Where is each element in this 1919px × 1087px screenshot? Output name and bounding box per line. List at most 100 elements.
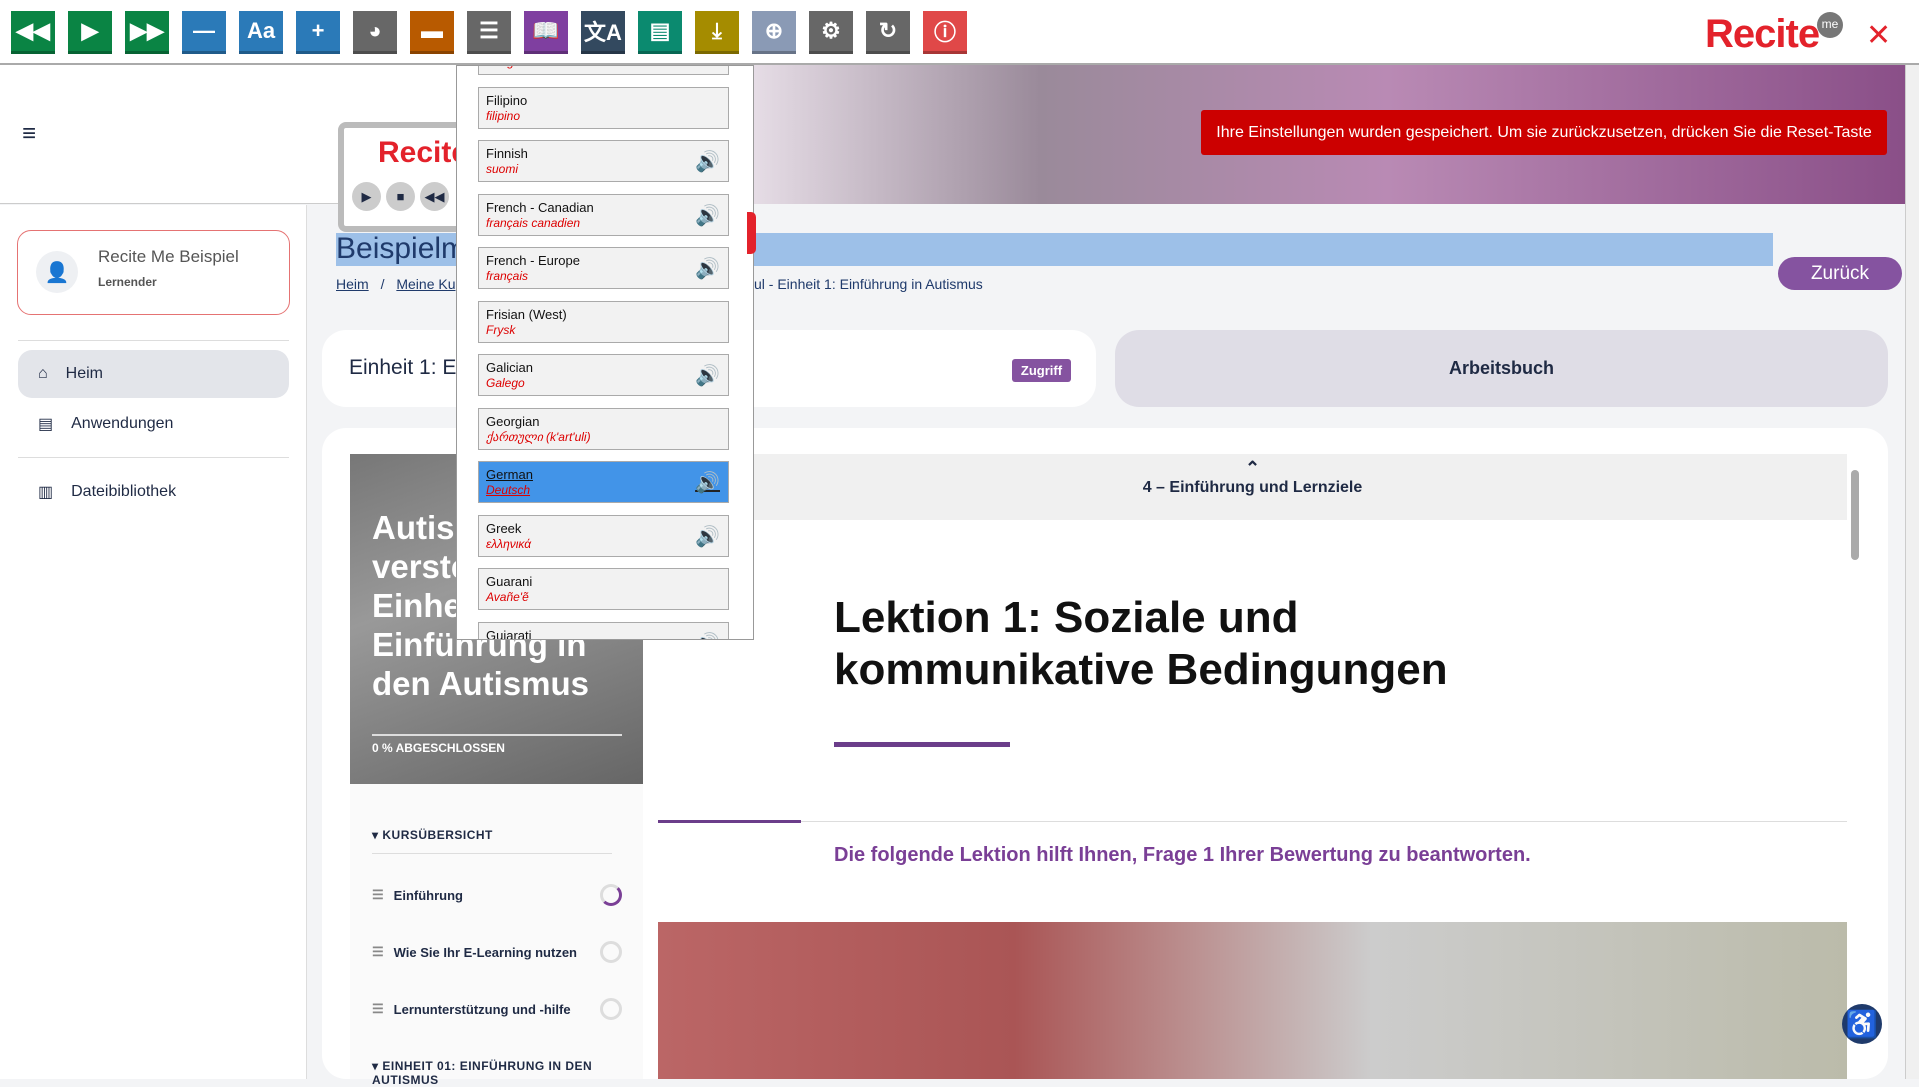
magnifier-icon: ⊕: [764, 18, 784, 43]
sidebar-item-anwendungen[interactable]: ▤ Anwendungen: [18, 400, 289, 448]
library-icon: ▥: [38, 484, 54, 501]
increase-text-button[interactable]: +: [296, 11, 340, 54]
font-button[interactable]: Aa: [239, 11, 283, 54]
user-profile-card[interactable]: 👤 Recite Me Beispiel Lernender: [17, 230, 290, 315]
breadcrumb-current: ul - Einheit 1: Einführung in Autismus: [754, 276, 983, 292]
lesson-label: Einführung: [393, 887, 463, 903]
language-name: Guarani: [486, 574, 533, 589]
fast-forward-button[interactable]: ▶▶: [125, 11, 169, 54]
close-toolbar-button[interactable]: ✕: [1866, 18, 1891, 53]
breadcrumb-courses[interactable]: Meine Ku: [396, 276, 455, 292]
language-native-name: filipino: [486, 108, 521, 123]
page-scrollbar[interactable]: [1905, 0, 1919, 1079]
text-mode-button[interactable]: ▤: [638, 11, 682, 54]
decrease-text-icon: —: [193, 18, 215, 43]
play-button[interactable]: ▶: [68, 11, 112, 54]
language-dropdown[interactable]: Eʋegbe Filipinofilipino Finnishsuomi🔊 Frenc…: [456, 65, 754, 640]
lesson-item[interactable]: ☰ Wie Sie Ihr E-Learning nutzen: [372, 941, 622, 963]
hamburger-menu-icon[interactable]: ≡: [22, 120, 36, 148]
language-native-name: Avañe'ẽ: [486, 590, 529, 604]
color-wheel-button[interactable]: ◕: [353, 11, 397, 54]
increase-text-icon: +: [311, 18, 325, 43]
content-scrollbar[interactable]: [1851, 470, 1859, 560]
speaker-icon[interactable]: 🔊: [695, 631, 720, 640]
list-icon: ☰: [372, 1001, 384, 1016]
sidebar-divider: [18, 340, 289, 341]
breadcrumb-home[interactable]: Heim: [336, 276, 369, 292]
section-label: EINHEIT 01: EINFÜHRUNG IN DEN AUTISMUS: [372, 1059, 593, 1087]
margins-button[interactable]: ☰: [467, 11, 511, 54]
recite-mini-player: Recite ▶ ■ ◀◀: [338, 122, 468, 232]
list-icon: ☰: [372, 887, 384, 902]
speaker-icon[interactable]: 🔊: [695, 363, 720, 388]
chevron-up-icon: ⌃: [1244, 458, 1261, 478]
user-guide-icon: ⓘ: [933, 20, 956, 45]
magnifier-button[interactable]: ⊕: [752, 11, 796, 54]
text-mode-icon: ▤: [649, 18, 671, 43]
translate-button[interactable]: 文A: [581, 11, 625, 54]
sidebar-item-dateibibliothek[interactable]: ▥ Dateibibliothek: [18, 468, 289, 516]
lesson-item[interactable]: ☰ Einführung: [372, 884, 622, 906]
rewind-button[interactable]: ◀◀: [11, 11, 55, 54]
reset-icon: ↻: [878, 18, 898, 43]
home-icon: ⌂: [38, 365, 48, 382]
language-option[interactable]: French - Canadian français canadien 🔊: [478, 193, 729, 236]
speaker-icon[interactable]: 🔊: [695, 524, 720, 549]
section-einheit-01[interactable]: ▾ EINHEIT 01: EINFÜHRUNG IN DEN AUTISMUS: [372, 1059, 612, 1087]
language-name: Greek: [486, 520, 522, 536]
section-label: KURSÜBERSICHT: [382, 828, 493, 842]
lesson-heading: Lektion 1: Soziale und kommunikative Bed…: [834, 593, 1448, 694]
rewind-icon[interactable]: ◀◀: [420, 182, 449, 211]
language-option[interactable]: Filipino filipino: [478, 86, 729, 129]
document-icon: ▤: [38, 416, 54, 433]
language-option[interactable]: Galician Galego 🔊: [478, 354, 729, 396]
speaker-icon[interactable]: 🔊: [695, 203, 720, 228]
settings-button[interactable]: ⚙: [809, 11, 853, 54]
sidebar-divider: [18, 457, 289, 458]
progress-ring-icon: [600, 941, 622, 963]
font-icon: Aa: [246, 18, 276, 43]
access-badge[interactable]: Zugriff: [1012, 359, 1071, 382]
lesson-item[interactable]: ☰ Lernunterstützung und -hilfe: [372, 998, 622, 1020]
language-native-name: Galego: [486, 376, 525, 390]
ruler-button[interactable]: ▬: [410, 11, 454, 54]
language-option[interactable]: French - Europe français 🔊: [478, 247, 729, 289]
play-icon[interactable]: ▶: [352, 182, 381, 211]
fast-forward-icon: ▶▶: [130, 18, 164, 43]
chapter-header[interactable]: ⌃ 4 – Einführung und Lernziele: [658, 454, 1847, 520]
language-option[interactable]: Georgian ქართული (k'art'uli): [478, 407, 729, 450]
sidebar-item-label: Dateibibliothek: [71, 483, 177, 500]
accessibility-icon[interactable]: ♿: [1842, 1004, 1882, 1044]
decrease-text-button[interactable]: —: [182, 11, 226, 54]
speaker-icon[interactable]: 🔊: [695, 149, 720, 174]
reset-button[interactable]: ↻: [866, 11, 910, 54]
progress-ring-icon: [600, 998, 622, 1020]
language-option[interactable]: Finnish suomi 🔊: [478, 140, 729, 182]
sidebar-item-heim[interactable]: ⌂ Heim: [18, 350, 289, 398]
language-option[interactable]: German Deutsch 🔊: [478, 461, 729, 503]
sidebar-item-label: Heim: [65, 365, 104, 382]
play-icon: ▶: [81, 18, 99, 43]
stop-icon[interactable]: ■: [386, 182, 415, 211]
speaker-icon[interactable]: 🔊: [695, 256, 720, 281]
language-option[interactable]: Gujarati 🔊: [478, 621, 729, 640]
download-button[interactable]: ⤓: [695, 11, 739, 54]
dictionary-icon: 📖: [532, 18, 560, 43]
language-option[interactable]: Frisian (West) Frysk: [478, 300, 729, 343]
language-native-name: Frysk: [486, 322, 516, 337]
section-kursuebersicht[interactable]: ▾ KURSÜBERSICHT: [372, 828, 493, 842]
language-name: Frisian (West): [486, 306, 567, 322]
panel-tab: [747, 212, 756, 254]
workbook-card[interactable]: Arbeitsbuch: [1115, 330, 1888, 407]
speaker-icon[interactable]: 🔊: [695, 470, 720, 495]
course-progress-bar: [372, 734, 622, 736]
language-option[interactable]: Eʋegbe: [478, 66, 729, 75]
divider: [658, 821, 1847, 822]
lesson-label: Lernunterstützung und -hilfe: [393, 1001, 571, 1017]
dictionary-button[interactable]: 📖: [524, 11, 568, 54]
lesson-label: Wie Sie Ihr E-Learning nutzen: [393, 944, 578, 960]
back-button[interactable]: Zurück: [1778, 257, 1902, 290]
language-option[interactable]: Guarani Avañe'ẽ: [478, 568, 729, 610]
language-option[interactable]: Greek ελληνικά 🔊: [478, 514, 729, 557]
user-guide-button[interactable]: ⓘ: [923, 11, 967, 54]
